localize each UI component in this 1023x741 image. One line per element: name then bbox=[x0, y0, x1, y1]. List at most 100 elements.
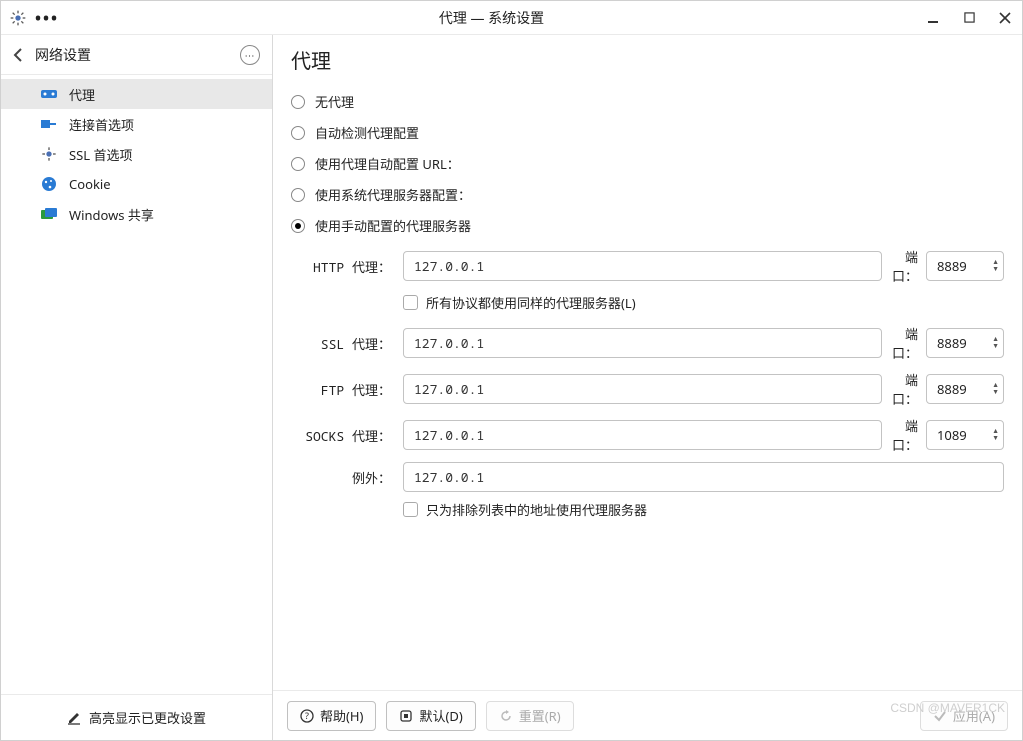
maximize-button[interactable] bbox=[960, 12, 978, 24]
sidebar-item-label: 连接首选项 bbox=[69, 115, 134, 134]
radio-label: 使用手动配置的代理服务器 bbox=[315, 216, 471, 235]
ftp-proxy-label: FTP 代理： bbox=[291, 380, 403, 399]
sidebar-item-label: 代理 bbox=[69, 85, 95, 104]
share-icon bbox=[39, 206, 59, 222]
ssl-port-stepper[interactable]: 8889▲▼ bbox=[926, 328, 1004, 358]
apply-button: 应用(A) bbox=[920, 701, 1008, 731]
http-proxy-input[interactable] bbox=[403, 251, 882, 281]
ssl-gear-icon bbox=[39, 146, 59, 162]
defaults-button[interactable]: 默认(D) bbox=[386, 701, 475, 731]
sidebar-item-label: SSL 首选项 bbox=[69, 145, 132, 164]
sidebar-item-windows-share[interactable]: Windows 共享 bbox=[1, 199, 272, 229]
except-only-label: 只为排除列表中的地址使用代理服务器 bbox=[426, 500, 647, 519]
stepper-arrows-icon[interactable]: ▲▼ bbox=[992, 428, 999, 442]
radio-label: 使用代理自动配置 URL： bbox=[315, 154, 460, 173]
cookie-icon bbox=[39, 176, 59, 192]
radio-label: 自动检测代理配置 bbox=[315, 123, 419, 142]
sidebar-item-label: Windows 共享 bbox=[69, 205, 154, 224]
menu-dots-icon[interactable]: ••• bbox=[35, 7, 59, 29]
stepper-arrows-icon[interactable]: ▲▼ bbox=[992, 382, 999, 396]
back-icon[interactable] bbox=[13, 48, 27, 62]
except-label: 例外： bbox=[291, 468, 403, 487]
pencil-icon bbox=[67, 711, 81, 725]
connection-icon bbox=[39, 116, 59, 132]
radio-no-proxy[interactable]: 无代理 bbox=[291, 92, 1004, 111]
radio-system-proxy[interactable]: 使用系统代理服务器配置： bbox=[291, 185, 1004, 204]
socks-port-stepper[interactable]: 1089▲▼ bbox=[926, 420, 1004, 450]
help-label: 帮助(H) bbox=[320, 706, 363, 725]
help-button[interactable]: ? 帮助(H) bbox=[287, 701, 376, 731]
reset-label: 重置(R) bbox=[519, 706, 561, 725]
reset-icon bbox=[499, 709, 513, 723]
svg-text:?: ? bbox=[305, 709, 309, 722]
window-controls bbox=[924, 12, 1014, 24]
port-value: 1089 bbox=[937, 426, 992, 444]
close-button[interactable] bbox=[996, 12, 1014, 24]
sidebar-item-cookie[interactable]: Cookie bbox=[1, 169, 272, 199]
port-label: 端口： bbox=[882, 370, 926, 408]
defaults-label: 默认(D) bbox=[419, 706, 462, 725]
defaults-icon bbox=[399, 709, 413, 723]
content: 代理 无代理 自动检测代理配置 使用代理自动配置 URL： 使用系统代理服务器配… bbox=[273, 35, 1022, 740]
proxy-form: 无代理 自动检测代理配置 使用代理自动配置 URL： 使用系统代理服务器配置： … bbox=[273, 80, 1022, 537]
sidebar: 网络设置 ⋯ 代理 连接首选项 SSL 首选项 Cookie bbox=[1, 35, 273, 740]
sidebar-item-ssl[interactable]: SSL 首选项 bbox=[1, 139, 272, 169]
ftp-proxy-input[interactable] bbox=[403, 374, 882, 404]
footer: ? 帮助(H) 默认(D) 重置(R) 应用(A) bbox=[273, 690, 1022, 740]
except-row: 例外： bbox=[291, 462, 1004, 492]
http-port-stepper[interactable]: 8889▲▼ bbox=[926, 251, 1004, 281]
socks-proxy-input[interactable] bbox=[403, 420, 882, 450]
http-proxy-label: HTTP 代理： bbox=[291, 257, 403, 276]
apply-icon bbox=[933, 709, 947, 723]
sidebar-item-proxy[interactable]: 代理 bbox=[1, 79, 272, 109]
port-label: 端口： bbox=[882, 324, 926, 362]
apply-label: 应用(A) bbox=[953, 706, 995, 725]
sidebar-header-label[interactable]: 网络设置 bbox=[35, 45, 240, 65]
checkbox-icon bbox=[403, 502, 418, 517]
radio-icon bbox=[291, 126, 305, 140]
ssl-proxy-input[interactable] bbox=[403, 328, 882, 358]
http-proxy-row: HTTP 代理： 端口： 8889▲▼ bbox=[291, 247, 1004, 285]
ssl-proxy-row: SSL 代理： 端口： 8889▲▼ bbox=[291, 324, 1004, 362]
radio-icon bbox=[291, 95, 305, 109]
page-title: 代理 bbox=[273, 35, 1022, 80]
sidebar-footer-label: 高亮显示已更改设置 bbox=[89, 708, 206, 727]
stepper-arrows-icon[interactable]: ▲▼ bbox=[992, 336, 999, 350]
port-label: 端口： bbox=[882, 247, 926, 285]
highlight-changed-button[interactable]: 高亮显示已更改设置 bbox=[1, 694, 272, 740]
port-value: 8889 bbox=[937, 257, 992, 275]
radio-label: 使用系统代理服务器配置： bbox=[315, 185, 471, 204]
port-value: 8889 bbox=[937, 334, 992, 352]
proxy-icon bbox=[39, 86, 59, 102]
sidebar-item-connection[interactable]: 连接首选项 bbox=[1, 109, 272, 139]
reset-button: 重置(R) bbox=[486, 701, 574, 731]
sidebar-item-label: Cookie bbox=[69, 175, 111, 193]
port-value: 8889 bbox=[937, 380, 992, 398]
same-protocol-row[interactable]: 所有协议都使用同样的代理服务器(L) bbox=[291, 293, 1004, 312]
sidebar-menu-icon[interactable]: ⋯ bbox=[240, 45, 260, 65]
body: 网络设置 ⋯ 代理 连接首选项 SSL 首选项 Cookie bbox=[1, 35, 1022, 740]
radio-icon bbox=[291, 157, 305, 171]
radio-icon bbox=[291, 219, 305, 233]
radio-auto-detect[interactable]: 自动检测代理配置 bbox=[291, 123, 1004, 142]
ssl-proxy-label: SSL 代理： bbox=[291, 334, 403, 353]
radio-auto-config-url[interactable]: 使用代理自动配置 URL： bbox=[291, 154, 1004, 173]
port-label: 端口： bbox=[882, 416, 926, 454]
same-protocol-label: 所有协议都使用同样的代理服务器(L) bbox=[426, 293, 636, 312]
ftp-port-stepper[interactable]: 8889▲▼ bbox=[926, 374, 1004, 404]
radio-label: 无代理 bbox=[315, 92, 354, 111]
help-icon: ? bbox=[300, 709, 314, 723]
nav-list: 代理 连接首选项 SSL 首选项 Cookie Windows 共享 bbox=[1, 75, 272, 229]
radio-manual-proxy[interactable]: 使用手动配置的代理服务器 bbox=[291, 216, 1004, 235]
sidebar-header: 网络设置 ⋯ bbox=[1, 35, 272, 75]
except-only-row[interactable]: 只为排除列表中的地址使用代理服务器 bbox=[291, 500, 1004, 519]
minimize-button[interactable] bbox=[924, 12, 942, 24]
checkbox-icon bbox=[403, 295, 418, 310]
radio-icon bbox=[291, 188, 305, 202]
app-gear-icon bbox=[9, 9, 27, 27]
except-input[interactable] bbox=[403, 462, 1004, 492]
window-title: 代理 — 系统设置 bbox=[59, 8, 924, 28]
stepper-arrows-icon[interactable]: ▲▼ bbox=[992, 259, 999, 273]
titlebar: ••• 代理 — 系统设置 bbox=[1, 1, 1022, 35]
settings-window: ••• 代理 — 系统设置 网络设置 ⋯ 代理 bbox=[0, 0, 1023, 741]
